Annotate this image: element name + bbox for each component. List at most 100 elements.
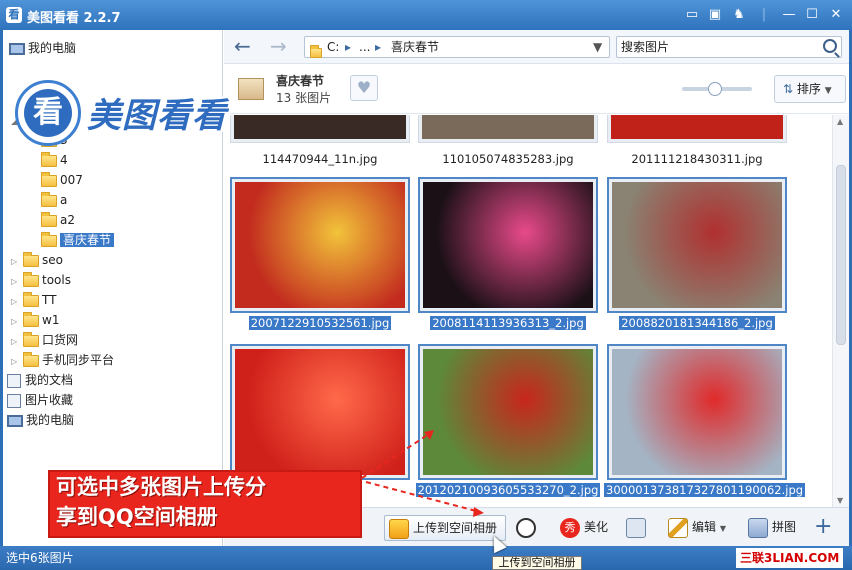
folder-icon	[41, 151, 57, 167]
tree-item-6[interactable]: 喜庆春节	[29, 230, 115, 250]
thumbnail-caption[interactable]: 110105074835283.jpg	[415, 151, 601, 167]
dropdown-arrow-icon[interactable]: ▼	[593, 37, 602, 57]
skin-icon[interactable]: ♞	[731, 7, 747, 23]
thumbnail-caption[interactable]: 2008820181344186_2.jpg	[604, 315, 790, 331]
thumbnail-caption[interactable]: 300001373817327801190062.jpg	[604, 482, 806, 498]
vertical-scrollbar[interactable]: ▲ ▼	[832, 115, 849, 507]
thumbnail-filename: 2008114113936313_2.jpg	[430, 316, 586, 330]
menu-icon[interactable]: ▣	[707, 7, 723, 23]
thumbnail-filename: 2008820181344186_2.jpg	[619, 316, 775, 330]
sort-button[interactable]: ⇅ 排序 ▼	[774, 75, 846, 103]
scroll-down-icon[interactable]: ▼	[837, 496, 843, 505]
tree-item-4[interactable]: a	[29, 190, 67, 210]
address-drive[interactable]: C:	[327, 37, 339, 57]
scroll-up-icon[interactable]: ▲	[837, 117, 843, 126]
sort-label: 排序	[796, 82, 821, 96]
tree-item-3[interactable]: 007	[29, 170, 83, 190]
thumbnail-caption[interactable]: 2007122910532561.jpg	[227, 315, 413, 331]
thumbnail-image	[422, 115, 594, 139]
logo-text: 美图看看	[87, 96, 227, 136]
tree-item-11[interactable]: ▷ 口货网	[11, 330, 78, 350]
search-icon[interactable]	[823, 39, 837, 53]
close-icon[interactable]: ✕	[828, 7, 844, 23]
chevron-down-icon: ▼	[719, 524, 726, 533]
thumbnail[interactable]	[230, 177, 410, 313]
collapsed-arrow-icon[interactable]: ▷	[11, 312, 23, 332]
tree-item-9[interactable]: ▷ TT	[11, 290, 56, 310]
address-ellipsis[interactable]: ...	[359, 37, 370, 57]
thumbnail-grid: 114470944_11n.jpg 110105074835283.jpg 2011…	[224, 115, 832, 507]
tree-item-label: 手机同步平台	[42, 353, 115, 367]
tree-item-label: w1	[42, 313, 60, 327]
thumbnail[interactable]	[418, 177, 598, 313]
scrollbar-thumb[interactable]	[836, 165, 846, 345]
thumbnail[interactable]	[607, 177, 787, 313]
sidebar-my-pictures[interactable]: 图片收藏	[7, 390, 73, 410]
search-input[interactable]: 搜索图片	[621, 40, 669, 54]
puzzle-button[interactable]: 拼图	[748, 515, 796, 541]
thumbnail-caption[interactable]: 2008114113936313_2.jpg	[415, 315, 601, 331]
search-box[interactable]: 搜索图片	[616, 36, 842, 58]
back-arrow-icon[interactable]: ←	[234, 36, 251, 56]
thumbnail-image	[612, 349, 782, 475]
weibo-icon	[516, 517, 536, 538]
zoom-slider[interactable]	[682, 82, 752, 96]
slideshow-icon	[626, 517, 646, 538]
add-icon[interactable]: +	[814, 515, 832, 541]
divider-icon: |	[761, 7, 767, 22]
meitu-xiuxiu-icon: 秀	[560, 517, 580, 538]
logo-circle: 看	[15, 80, 81, 146]
album-count: 13 张图片	[276, 91, 332, 105]
thumbnail[interactable]	[607, 115, 787, 143]
tree-root[interactable]: 我的电脑	[9, 38, 76, 58]
tree-item-10[interactable]: ▷ w1	[11, 310, 59, 330]
collapsed-arrow-icon[interactable]: ▷	[11, 332, 23, 352]
thumbnail-caption[interactable]: 201111218430311.jpg	[604, 151, 790, 167]
tree-item-label: a	[60, 193, 68, 207]
tree-item-12[interactable]: ▷ 手机同步平台	[11, 350, 114, 370]
edit-label: 编辑	[692, 520, 717, 534]
tree-item-2[interactable]: 4	[29, 150, 68, 170]
tree-item-8[interactable]: ▷ tools	[11, 270, 71, 290]
beautify-button[interactable]: 秀美化	[560, 515, 608, 541]
tree-item-label: tools	[42, 273, 71, 287]
address-folder[interactable]: 喜庆春节	[391, 37, 439, 57]
thumbnail-image	[423, 182, 593, 308]
magic-wand-icon	[668, 517, 688, 538]
maximize-icon[interactable]: ☐	[804, 7, 820, 23]
collapsed-arrow-icon[interactable]: ▷	[11, 272, 23, 292]
app-icon: 看	[6, 7, 22, 23]
collapsed-arrow-icon[interactable]: ▷	[11, 292, 23, 312]
address-bar[interactable]: C: ▸ ... ▸ 喜庆春节 ▼	[304, 36, 610, 58]
sidebar-my-documents[interactable]: 我的文档	[7, 370, 73, 390]
puzzle-label: 拼图	[772, 520, 797, 534]
thumbnail[interactable]	[418, 115, 598, 143]
collapsed-arrow-icon[interactable]: ▷	[11, 352, 23, 372]
thumbnail-filename: 2007122910532561.jpg	[248, 316, 392, 330]
thumbnail-caption[interactable]: 114470944_11n.jpg	[227, 151, 413, 167]
album-info-bar: 喜庆春节 13 张图片 ♥ ⇅ 排序 ▼	[224, 64, 849, 114]
slideshow-button[interactable]	[626, 515, 650, 541]
thumbnail[interactable]	[607, 344, 787, 480]
status-bar: 选中6张图片	[0, 546, 852, 570]
edit-button[interactable]: 编辑 ▼	[668, 515, 726, 541]
folder-icon	[23, 271, 39, 287]
collapsed-arrow-icon[interactable]: ▷	[11, 252, 23, 272]
weibo-share-button[interactable]	[516, 515, 540, 541]
forward-arrow-icon[interactable]: →	[270, 36, 287, 56]
chat-icon[interactable]: ▭	[684, 7, 700, 23]
tree-item-5[interactable]: a2	[29, 210, 75, 230]
sidebar-my-computer[interactable]: 我的电脑	[7, 410, 74, 430]
thumbnail-filename: 300001373817327801190062.jpg	[604, 483, 806, 497]
tree-item-7[interactable]: ▷ seo	[11, 250, 63, 270]
folder-icon	[23, 311, 39, 327]
main-panel: ← → C: ▸ ... ▸ 喜庆春节 ▼ 搜索图片 喜庆春节 13 张图片 ♥	[224, 30, 849, 546]
beautify-label: 美化	[584, 520, 609, 534]
minimize-icon[interactable]: —	[781, 7, 797, 23]
zoom-slider-knob[interactable]	[708, 82, 722, 96]
status-text: 选中6张图片	[6, 551, 74, 565]
promo-line-2: 享到QQ空间相册	[56, 505, 218, 529]
favorite-button[interactable]: ♥	[350, 75, 378, 101]
folder-icon	[23, 251, 39, 267]
sidebar-item-label: 我的文档	[25, 373, 74, 387]
